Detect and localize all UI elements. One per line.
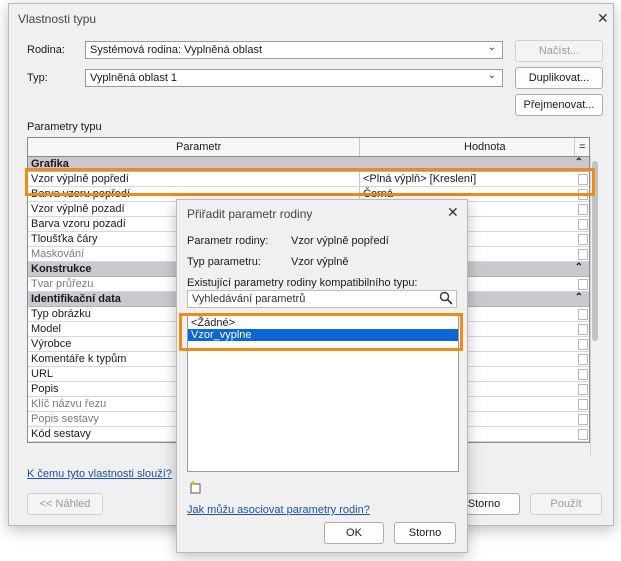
existing-params-label: Existující parametry rodiny kompatibilní… [187, 277, 418, 289]
param-type-value: Vzor výplně [291, 256, 349, 268]
dialog-title: Vlastnosti typu [18, 12, 97, 26]
associate-parameter-button[interactable] [578, 279, 588, 290]
rename-button[interactable]: Přejmenovat... [515, 94, 603, 116]
col-value-header: Hodnota [464, 141, 506, 153]
associate-parameter-button[interactable] [578, 384, 588, 395]
associate-parameter-button[interactable] [578, 354, 588, 365]
preview-button[interactable]: << Náhled [27, 493, 103, 515]
search-placeholder: Vyhledávání parametrů [192, 293, 306, 305]
collapse-chevron-icon[interactable]: ⌃ [575, 292, 583, 303]
family-value: Systémová rodina: Vyplněná oblast [90, 44, 263, 56]
family-param-label: Parametr rodiny: [187, 235, 269, 247]
associate-parameter-button[interactable] [578, 369, 588, 380]
parameter-name: Vzor výplně pozadí [31, 203, 125, 215]
type-combobox[interactable]: Vyplněná oblast 1 ⌄ [85, 69, 503, 87]
chevron-down-icon: ⌄ [487, 42, 496, 53]
chevron-down-icon: ⌄ [487, 70, 496, 81]
type-value: Vyplněná oblast 1 [90, 72, 178, 84]
associate-parameter-button[interactable] [578, 249, 588, 260]
collapse-chevron-icon[interactable]: ⌃ [575, 157, 583, 168]
param-type-label: Typ parametru: [187, 256, 261, 268]
parameter-name: Barva vzoru pozadí [31, 218, 126, 230]
ok-button[interactable]: OK [324, 522, 384, 544]
add-parameter-icon[interactable] [189, 480, 203, 497]
family-combobox[interactable]: Systémová rodina: Vyplněná oblast ⌄ [85, 41, 503, 59]
assoc-cancel-button[interactable]: Storno [394, 522, 456, 544]
assoc-help-link[interactable]: Jak můžu asociovat parametry rodin? [187, 504, 370, 516]
parameter-name: Tloušťka čáry [31, 233, 98, 245]
highlight-frame-list [179, 313, 463, 351]
parameter-name: Model [31, 323, 61, 335]
type-parameters-label: Parametry typu [27, 121, 102, 133]
associate-parameter-button[interactable] [578, 204, 588, 215]
parameter-search-input[interactable]: Vyhledávání parametrů [187, 290, 457, 308]
close-icon[interactable]: ✕ [597, 11, 609, 25]
parameter-name: URL [31, 368, 54, 380]
collapse-chevron-icon[interactable]: ⌃ [575, 262, 583, 273]
parameter-name: Popis sestavy [31, 413, 99, 425]
parameter-name: Kód sestavy [31, 428, 91, 440]
assoc-dialog-title: Přiřadit parametr rodiny [187, 207, 313, 221]
search-icon[interactable] [439, 291, 453, 307]
group-label: Identifikační data [31, 293, 121, 305]
associate-parameter-button[interactable] [578, 324, 588, 335]
associate-parameter-button[interactable] [578, 219, 588, 230]
parameter-name: Maskování [31, 248, 85, 260]
type-label: Typ: [27, 72, 48, 84]
associate-parameter-button[interactable] [578, 414, 588, 425]
load-button[interactable]: Načíst... [515, 40, 603, 62]
associate-parameter-button[interactable] [578, 399, 588, 410]
parameter-name: Výrobce [31, 338, 72, 350]
associate-parameter-button[interactable] [578, 429, 588, 440]
associate-parameter-button[interactable] [578, 309, 588, 320]
col-eq-header: = [579, 141, 586, 153]
grid-header: Parametr Hodnota = [28, 138, 589, 157]
parameter-name: Typ obrázku [31, 308, 91, 320]
grid-scrollbar[interactable] [590, 155, 599, 455]
close-icon[interactable]: ✕ [447, 205, 459, 219]
duplicate-button[interactable]: Duplikovat... [515, 67, 603, 89]
parameter-name: Komentáře k typům [31, 353, 127, 365]
highlight-frame-row [25, 168, 595, 196]
family-label: Rodina: [27, 44, 65, 56]
associate-parameter-button[interactable] [578, 234, 588, 245]
apply-button[interactable]: Použít [530, 493, 602, 515]
help-link[interactable]: K čemu tyto vlastnosti slouží? [27, 468, 172, 480]
parameter-name: Tvar průřezu [31, 278, 94, 290]
col-parameter-header: Parametr [176, 141, 222, 153]
family-param-value: Vzor výplně popředí [291, 235, 389, 247]
parameter-name: Popis [31, 383, 59, 395]
parameter-name: Klíč názvu řezu [31, 398, 107, 410]
group-label: Konstrukce [31, 263, 92, 275]
associate-parameter-button[interactable] [578, 339, 588, 350]
